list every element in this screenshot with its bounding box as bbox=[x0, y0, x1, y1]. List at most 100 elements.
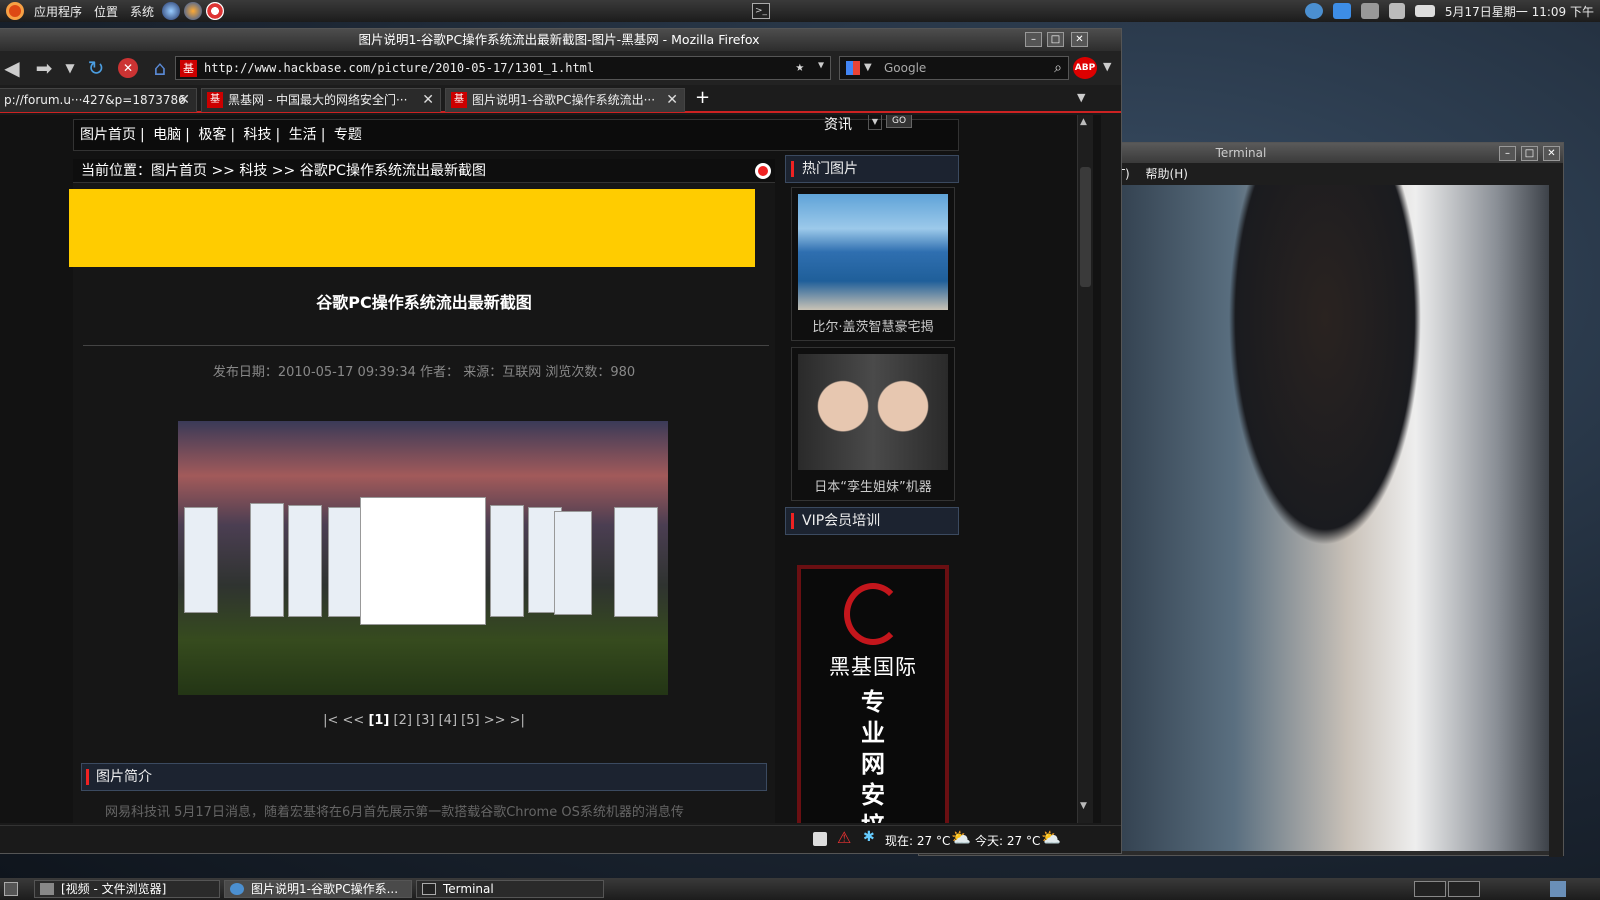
new-tab-icon[interactable]: + bbox=[695, 87, 710, 108]
article-screenshot[interactable] bbox=[178, 421, 668, 695]
mail-icon[interactable] bbox=[1414, 5, 1435, 17]
taskbar-item-file-browser[interactable]: [视频 - 文件浏览器] bbox=[34, 880, 220, 898]
bookmark-star-icon[interactable]: ★ bbox=[796, 59, 804, 75]
taskbar-item-terminal[interactable]: Terminal bbox=[416, 880, 604, 898]
url-dropdown-icon[interactable]: ▼ bbox=[818, 60, 824, 71]
nav-life[interactable]: 生活 bbox=[289, 127, 317, 143]
list-all-tabs-icon[interactable]: ▼ bbox=[1077, 91, 1085, 104]
search-input[interactable]: ▼ Google ⌕ bbox=[839, 56, 1069, 80]
hot-picture-item[interactable]: 日本“孪生姐妹”机器 bbox=[791, 347, 955, 501]
heading-accent bbox=[86, 769, 89, 785]
url-bar[interactable]: 基 http://www.hackbase.com/picture/2010-0… bbox=[175, 56, 831, 80]
intro-text: 网易科技讯 5月17日消息，随着宏基将在6月首先展示第一款搭载谷歌Chrome … bbox=[105, 805, 684, 820]
nav-tech[interactable]: 科技 bbox=[244, 127, 272, 143]
adblock-icon[interactable]: ABP bbox=[1073, 57, 1097, 79]
hot-picture-item[interactable]: 比尔·盖茨智慧豪宅揭 bbox=[791, 187, 955, 341]
window-card bbox=[490, 505, 524, 617]
trash-icon[interactable] bbox=[1550, 881, 1566, 897]
ubuntu-logo-icon[interactable] bbox=[6, 2, 24, 20]
clock[interactable]: 5月17日星期一 11:09 下午 bbox=[1445, 3, 1594, 20]
nav-separator: | bbox=[230, 127, 236, 143]
search-engine-dropdown-icon[interactable]: ▼ bbox=[864, 57, 872, 79]
terminal-scrollbar[interactable] bbox=[1549, 185, 1563, 857]
close-tab-icon[interactable]: ✕ bbox=[422, 89, 434, 111]
nav-separator: | bbox=[320, 127, 326, 143]
reload-icon[interactable]: ↻ bbox=[83, 55, 109, 81]
tab-article[interactable]: 基 图片说明1-谷歌PC操作系统流出··· ✕ bbox=[445, 88, 685, 112]
hot-picture-caption[interactable]: 比尔·盖茨智慧豪宅揭 bbox=[792, 316, 954, 335]
taskbar-label: [视频 - 文件浏览器] bbox=[61, 882, 167, 896]
tab-forum[interactable]: p://forum.u···427&p=1873786 ✕ bbox=[0, 88, 197, 112]
breadcrumb: 当前位置：图片首页 >> 科技 >> 谷歌PC操作系统流出最新截图 bbox=[73, 159, 775, 183]
firefox-titlebar[interactable]: 图片说明1-谷歌PC操作系统流出最新截图-图片-黑基网 - Mozilla Fi… bbox=[0, 29, 1121, 51]
terminal-maximize-button[interactable]: □ bbox=[1521, 146, 1538, 161]
hot-picture-image[interactable] bbox=[798, 354, 948, 470]
volume-icon[interactable] bbox=[1388, 3, 1405, 19]
scroll-down-icon[interactable]: ▼ bbox=[1080, 801, 1087, 811]
go-button[interactable]: GO bbox=[886, 115, 912, 128]
workspace-1[interactable] bbox=[1414, 881, 1446, 897]
close-tab-icon[interactable]: ✕ bbox=[666, 89, 678, 111]
close-button[interactable]: ✕ bbox=[1071, 32, 1088, 47]
taskbar-item-firefox[interactable]: 图片说明1-谷歌PC操作系... bbox=[224, 880, 412, 898]
top-panel: 应用程序 位置 系统 >_ 5月17日星期一 11:09 下午 bbox=[0, 0, 1600, 22]
history-dropdown-icon[interactable]: ▼ bbox=[63, 55, 77, 81]
terminal-menu-help[interactable]: 帮助(H) bbox=[1146, 167, 1188, 181]
hot-picture-image[interactable] bbox=[798, 194, 948, 310]
search-icon[interactable]: ⌕ bbox=[1054, 57, 1062, 79]
minimize-button[interactable]: – bbox=[1025, 32, 1042, 47]
firefox-launcher-icon[interactable] bbox=[184, 2, 203, 20]
help-launcher-icon[interactable] bbox=[206, 2, 225, 20]
pager-rest[interactable]: [2] [3] [4] [5] >> >| bbox=[394, 713, 525, 728]
scroll-thumb[interactable] bbox=[1080, 167, 1091, 287]
home-icon[interactable]: ⌂ bbox=[147, 55, 173, 81]
google-engine-icon[interactable] bbox=[846, 61, 860, 75]
clipboard-icon[interactable] bbox=[813, 832, 827, 846]
terminal-minimize-button[interactable]: – bbox=[1499, 146, 1516, 161]
hot-heading-label: 热门图片 bbox=[802, 161, 858, 177]
window-card bbox=[614, 507, 658, 617]
nav-computer[interactable]: 电脑 bbox=[153, 127, 181, 143]
nav-news[interactable]: 资讯 bbox=[824, 115, 852, 140]
terminal-launcher-icon[interactable]: >_ bbox=[752, 3, 770, 19]
ad-slogan-char: 安 bbox=[861, 781, 885, 809]
weather-star-icon[interactable]: ✱ bbox=[863, 829, 875, 845]
show-desktop-icon[interactable] bbox=[4, 882, 18, 896]
window-card bbox=[288, 505, 322, 617]
menu-applications[interactable]: 应用程序 bbox=[34, 3, 82, 20]
nav-special[interactable]: 专题 bbox=[334, 127, 362, 143]
network-icon[interactable] bbox=[1360, 3, 1379, 19]
stop-icon[interactable]: ✕ bbox=[115, 55, 141, 81]
ad-banner[interactable] bbox=[69, 189, 755, 267]
scroll-up-icon[interactable]: ▲ bbox=[1080, 117, 1087, 127]
terminal-close-button[interactable]: ✕ bbox=[1543, 146, 1560, 161]
hot-picture-caption[interactable]: 日本“孪生姐妹”机器 bbox=[792, 476, 954, 495]
bluetooth-icon[interactable] bbox=[1332, 3, 1351, 19]
pager-prefix[interactable]: |< << bbox=[323, 713, 364, 728]
current-temperature[interactable]: 现在: 27 °C bbox=[885, 832, 950, 849]
back-icon[interactable]: ◀ bbox=[0, 55, 25, 81]
terminal-icon bbox=[422, 883, 436, 895]
record-icon[interactable] bbox=[755, 163, 771, 179]
taskbar-label: 图片说明1-谷歌PC操作系... bbox=[251, 882, 399, 896]
warning-icon[interactable]: ⚠ bbox=[837, 828, 851, 847]
toolbar-overflow-icon[interactable]: ▼ bbox=[1103, 60, 1111, 73]
globe-launcher-icon[interactable] bbox=[162, 2, 181, 20]
site-favicon-icon: 基 bbox=[180, 60, 197, 77]
vip-ad[interactable]: 黑基国际 专 业 网 安 培 bbox=[797, 565, 949, 823]
menu-places[interactable]: 位置 bbox=[94, 3, 118, 20]
nav-picture-home[interactable]: 图片首页 bbox=[80, 127, 136, 143]
maximize-button[interactable]: □ bbox=[1047, 32, 1064, 47]
ad-slogan-char: 业 bbox=[861, 719, 885, 747]
close-tab-icon[interactable]: ✕ bbox=[178, 89, 190, 111]
update-icon[interactable] bbox=[1304, 3, 1323, 19]
forward-icon[interactable]: ➡ bbox=[31, 55, 57, 81]
menu-system[interactable]: 系统 bbox=[130, 3, 154, 20]
tab-hackbase-home[interactable]: 基 黑基网 - 中国最大的网络安全门··· ✕ bbox=[201, 88, 441, 112]
workspace-2[interactable] bbox=[1448, 881, 1480, 897]
today-temperature[interactable]: 今天: 27 °C bbox=[975, 832, 1040, 849]
site-navigation: 图片首页 | 电脑 | 极客 | 科技 | 生活 | 专题 资讯 ▼ GO bbox=[73, 115, 959, 151]
page-scrollbar[interactable]: ▲ ▼ bbox=[1077, 115, 1093, 823]
category-select[interactable]: ▼ bbox=[868, 115, 882, 130]
nav-geek[interactable]: 极客 bbox=[198, 127, 226, 143]
